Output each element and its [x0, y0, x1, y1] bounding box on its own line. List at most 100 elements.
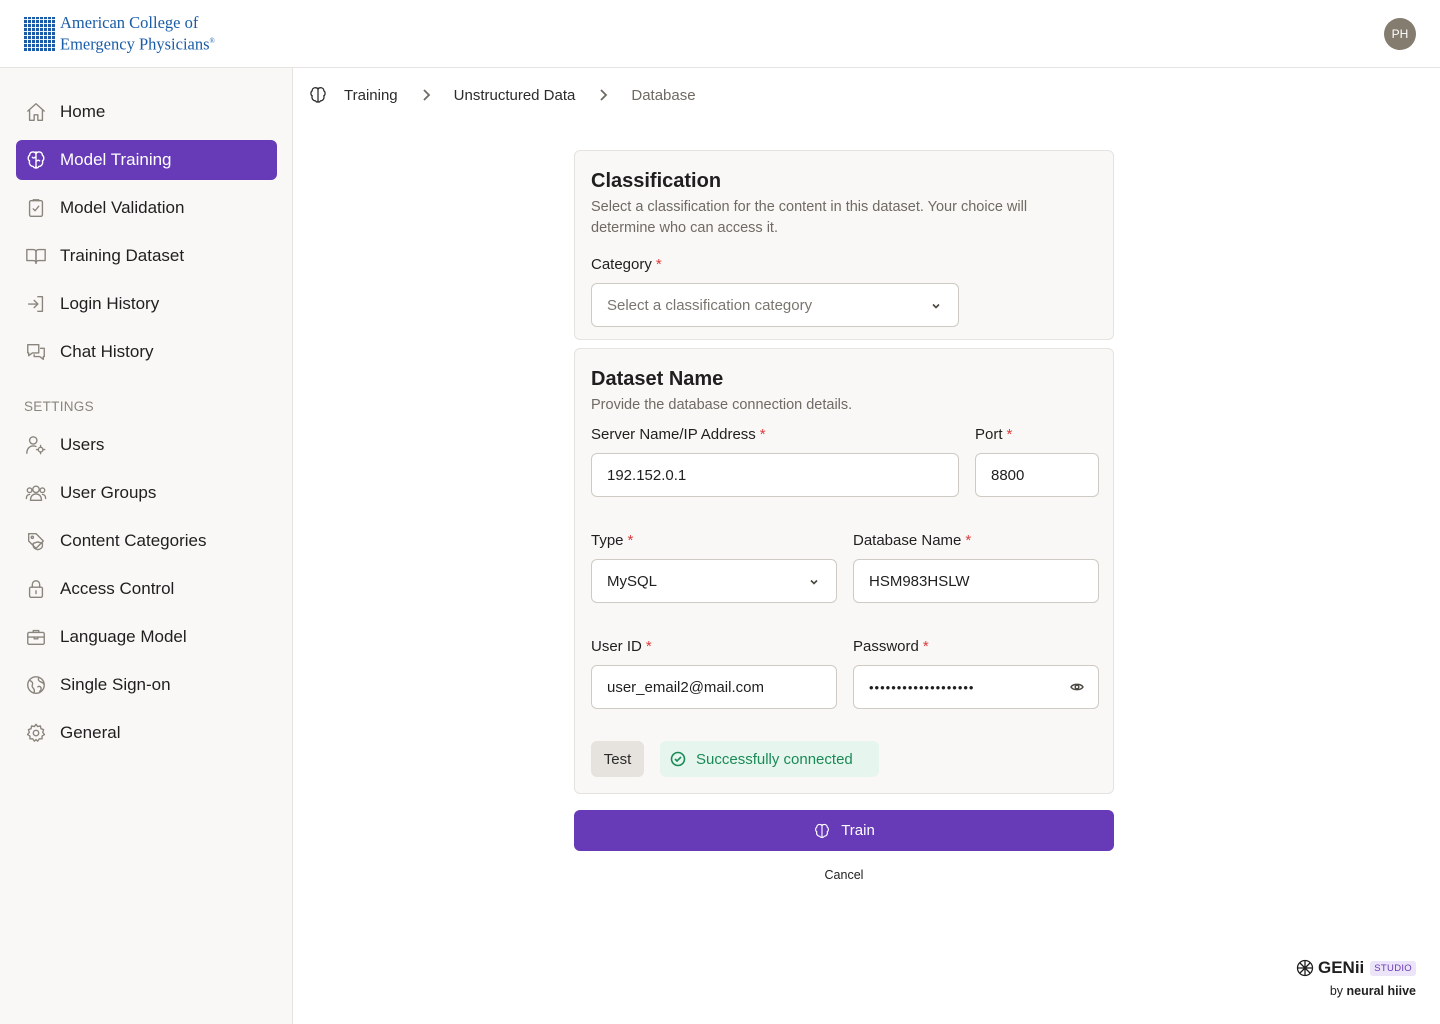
breadcrumb-training[interactable]: Training: [344, 87, 398, 104]
globe-icon: [24, 673, 48, 697]
book-open-icon: [24, 244, 48, 268]
classification-title: Classification: [591, 170, 722, 192]
sidebar-item-label: Access Control: [60, 579, 175, 598]
sidebar-item-home[interactable]: Home: [16, 92, 277, 132]
sidebar-item-label: Single Sign-on: [60, 675, 171, 694]
connection-status-text: Successfully connected: [696, 750, 853, 768]
sidebar-item-label: Login History: [60, 294, 160, 313]
sidebar-item-language-model[interactable]: Language Model: [16, 617, 277, 657]
sidebar-item-chat-history[interactable]: Chat History: [16, 332, 277, 372]
brain-icon: [815, 823, 830, 838]
port-input[interactable]: 8800: [975, 453, 1099, 497]
connection-status-badge: Successfully connected: [660, 741, 879, 777]
user-gear-icon: [24, 433, 48, 457]
sidebar-item-content-categories[interactable]: Content Categories: [16, 521, 277, 561]
breadcrumb-database: Database: [631, 86, 696, 104]
server-label: Server Name/IP Address: [591, 426, 756, 443]
settings-section-label: SETTINGS: [24, 399, 94, 414]
chevron-right-icon: [418, 87, 434, 103]
dataset-card: Dataset Name Provide the database connec…: [574, 348, 1114, 794]
required-marker: *: [922, 638, 929, 655]
clipboard-check-icon: [24, 196, 48, 220]
brain-icon: [24, 148, 48, 172]
top-bar: American College of Emergency Physicians…: [0, 0, 1440, 68]
sidebar-item-general[interactable]: General: [16, 713, 277, 753]
dataset-description: Provide the database connection details.: [591, 397, 853, 413]
sidebar-item-label: Content Categories: [60, 531, 207, 550]
breadcrumb: Training Unstructured Data Database: [308, 84, 696, 106]
type-label: Type: [591, 532, 624, 549]
dbname-label: Database Name: [853, 532, 962, 549]
sidebar-item-access-control[interactable]: Access Control: [16, 569, 277, 609]
check-circle-icon: [670, 751, 686, 767]
sidebar-item-label: Training Dataset: [60, 246, 185, 265]
acep-logo[interactable]: American College of Emergency Physicians…: [24, 14, 215, 54]
login-icon: [24, 292, 48, 316]
sidebar-item-model-validation[interactable]: Model Validation: [16, 188, 277, 228]
chevron-right-icon: [595, 87, 611, 103]
chevron-down-icon: [808, 575, 820, 587]
sidebar-item-label: Model Training: [60, 150, 172, 169]
sidebar-item-label: User Groups: [60, 483, 157, 502]
sidebar-item-model-training[interactable]: Model Training: [16, 140, 277, 180]
gear-icon: [24, 721, 48, 745]
logo-line-2: Emergency Physicians: [60, 34, 210, 54]
password-label: Password: [853, 638, 919, 655]
sidebar-item-label: Home: [60, 102, 106, 121]
brand-by-prefix: by: [1329, 984, 1344, 998]
registered-mark: ®: [209, 37, 215, 45]
sidebar-item-login-history[interactable]: Login History: [16, 284, 277, 324]
required-marker: *: [645, 638, 652, 655]
home-icon: [24, 100, 48, 124]
users-icon: [24, 481, 48, 505]
port-label: Port: [975, 426, 1003, 443]
sidebar-item-users[interactable]: Users: [16, 425, 277, 465]
lock-icon: [24, 577, 48, 601]
acep-logo-mark: [24, 16, 56, 51]
briefcase-icon: [24, 625, 48, 649]
tag-shield-icon: [24, 529, 48, 553]
genii-studio-brand: GENii STUDIO by neural hiive: [1286, 958, 1416, 1002]
category-placeholder: Select a classification category: [607, 296, 813, 314]
sidebar-item-label: Users: [60, 435, 105, 454]
type-value: MySQL: [607, 572, 658, 590]
eye-icon[interactable]: [1070, 680, 1084, 694]
required-marker: *: [627, 532, 634, 549]
sidebar-item-single-sign-on[interactable]: Single Sign-on: [16, 665, 277, 705]
brain-icon: [308, 85, 328, 105]
sidebar-item-label: Model Validation: [60, 198, 185, 217]
breadcrumb-unstructured-data[interactable]: Unstructured Data: [454, 87, 576, 104]
password-input[interactable]: •••••••••••••••••••: [853, 665, 1099, 709]
required-marker: *: [759, 426, 766, 443]
userid-label: User ID: [591, 638, 642, 655]
required-marker: *: [1006, 426, 1013, 443]
required-marker: *: [655, 256, 662, 273]
chat-bubbles-icon: [24, 340, 48, 364]
required-marker: *: [965, 532, 972, 549]
sidebar-item-user-groups[interactable]: User Groups: [16, 473, 277, 513]
user-avatar[interactable]: PH: [1384, 18, 1416, 50]
server-input[interactable]: 192.152.0.1: [591, 453, 959, 497]
test-button[interactable]: Test: [591, 741, 644, 777]
database-name-input[interactable]: HSM983HSLW: [853, 559, 1099, 603]
type-select[interactable]: MySQL: [591, 559, 837, 603]
dataset-title: Dataset Name: [591, 368, 724, 390]
sidebar-item-label: Language Model: [60, 627, 187, 646]
cancel-button[interactable]: Cancel: [574, 868, 1114, 882]
category-label: Category: [591, 256, 652, 273]
brand-badge: STUDIO: [1370, 960, 1416, 976]
train-label: Train: [841, 822, 875, 839]
logo-line-1: American College of: [60, 13, 199, 32]
sidebar-item-label: Chat History: [60, 342, 154, 361]
classification-card: Classification Select a classification f…: [574, 150, 1114, 340]
brand-by-name: neural hiive: [1346, 984, 1416, 998]
password-value: •••••••••••••••••••: [869, 679, 975, 695]
classification-description: Select a classification for the content …: [591, 199, 1028, 236]
train-button[interactable]: Train: [574, 810, 1114, 851]
chevron-down-icon: [930, 299, 942, 311]
sidebar-item-training-dataset[interactable]: Training Dataset: [16, 236, 277, 276]
category-select[interactable]: Select a classification category: [591, 283, 959, 327]
brand-name: GENii: [1318, 958, 1365, 977]
userid-input[interactable]: user_email2@mail.com: [591, 665, 837, 709]
sidebar: Home Model Training Model Validation Tra…: [0, 68, 293, 1024]
